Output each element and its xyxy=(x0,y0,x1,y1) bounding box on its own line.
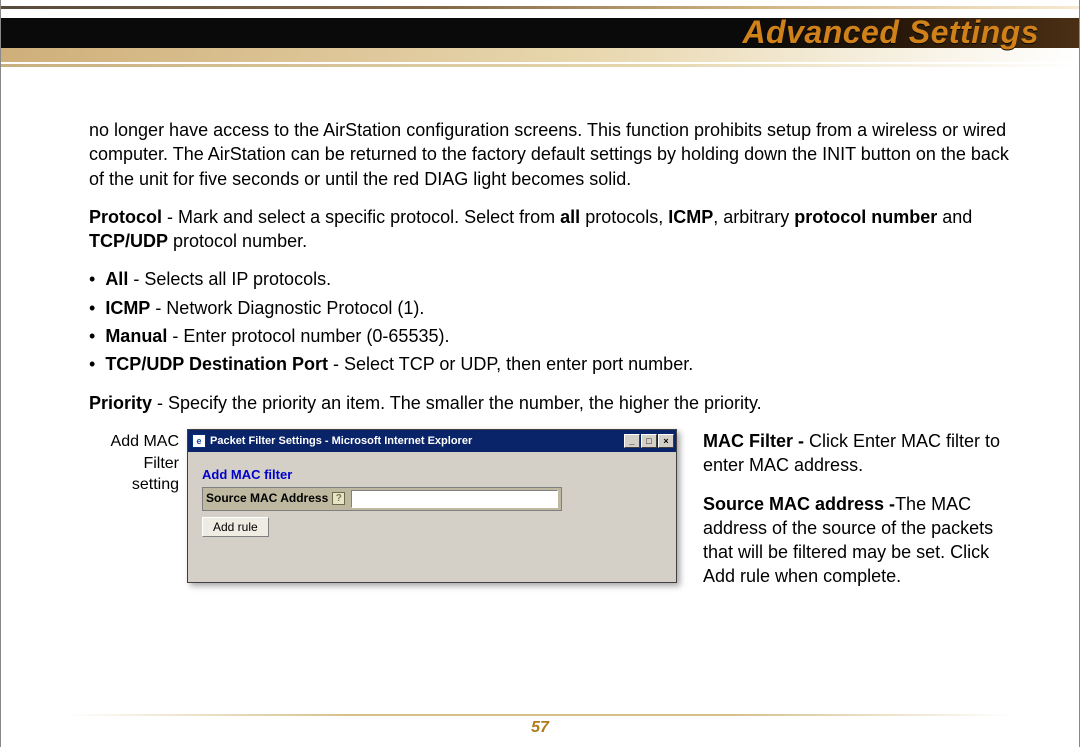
source-mac-paragraph: Source MAC address -The MAC address of t… xyxy=(703,492,1025,589)
mac-field-row: Source MAC Address ? xyxy=(202,487,562,511)
mac-description: MAC Filter - Click Enter MAC filter to e… xyxy=(685,429,1025,603)
close-button[interactable]: × xyxy=(658,434,674,448)
add-rule-button[interactable]: Add rule xyxy=(202,517,269,537)
maximize-button[interactable]: □ xyxy=(641,434,657,448)
help-icon[interactable]: ? xyxy=(332,492,345,505)
header-accent-2 xyxy=(1,64,1079,67)
ie-window: e Packet Filter Settings - Microsoft Int… xyxy=(187,429,677,583)
figure-caption: Add MAC Filter setting xyxy=(89,429,179,496)
list-item: All - Selects all IP protocols. xyxy=(89,267,1025,291)
content-body: no longer have access to the AirStation … xyxy=(1,80,1079,603)
source-mac-input[interactable] xyxy=(351,490,558,508)
protocol-label: Protocol xyxy=(89,207,162,227)
page-number: 57 xyxy=(1,719,1079,737)
footer-rule xyxy=(66,714,1015,716)
protocol-paragraph: Protocol - Mark and select a specific pr… xyxy=(89,205,1025,254)
footer: 57 xyxy=(1,714,1079,737)
priority-label: Priority xyxy=(89,393,152,413)
mac-filter-paragraph: MAC Filter - Click Enter MAC filter to e… xyxy=(703,429,1025,478)
page-frame: Advanced Settings no longer have access … xyxy=(0,0,1080,747)
intro-paragraph: no longer have access to the AirStation … xyxy=(89,118,1025,191)
mac-field-label: Source MAC Address xyxy=(206,490,332,506)
protocol-bullets: All - Selects all IP protocols. ICMP - N… xyxy=(89,267,1025,376)
ie-window-title: Packet Filter Settings - Microsoft Inter… xyxy=(210,434,624,449)
minimize-button[interactable]: _ xyxy=(624,434,640,448)
panel-title: Add MAC filter xyxy=(202,466,662,484)
list-item: Manual - Enter protocol number (0-65535)… xyxy=(89,324,1025,348)
list-item: TCP/UDP Destination Port - Select TCP or… xyxy=(89,352,1025,376)
header-accent-1 xyxy=(1,6,1079,9)
ie-app-icon: e xyxy=(192,434,206,448)
list-item: ICMP - Network Diagnostic Protocol (1). xyxy=(89,296,1025,320)
ie-body: Add MAC filter Source MAC Address ? Add … xyxy=(188,452,676,582)
priority-paragraph: Priority - Specify the priority an item.… xyxy=(89,391,1025,415)
header-band: Advanced Settings xyxy=(1,0,1079,80)
window-controls: _ □ × xyxy=(624,434,674,448)
mac-filter-section: Add MAC Filter setting e Packet Filter S… xyxy=(89,429,1025,603)
ie-titlebar[interactable]: e Packet Filter Settings - Microsoft Int… xyxy=(188,430,676,452)
page-title: Advanced Settings xyxy=(742,14,1039,51)
